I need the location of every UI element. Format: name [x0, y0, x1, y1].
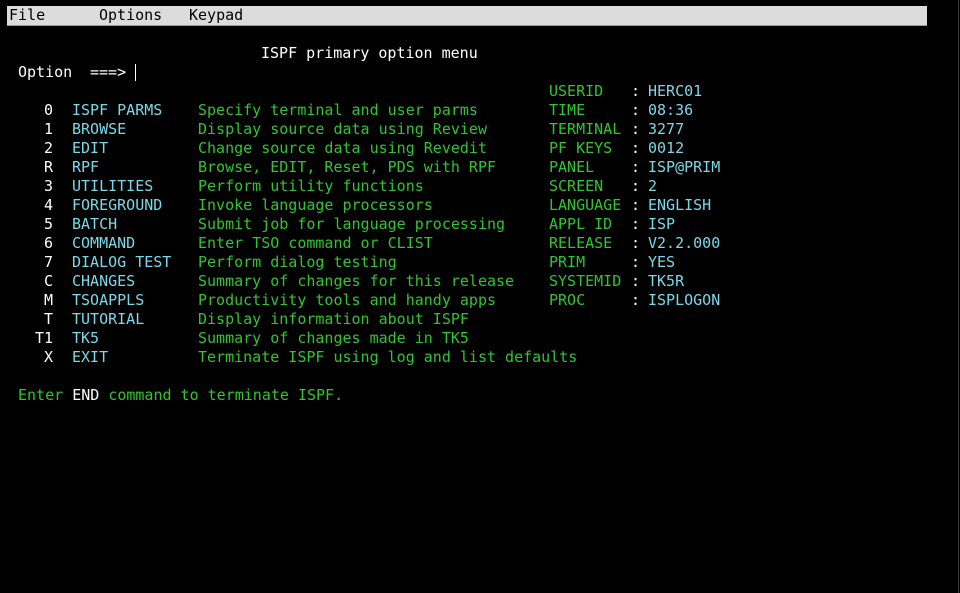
option-row[interactable]: T1 TK5 Summary of changes made in TK5 [0, 329, 960, 348]
info-separator: : [631, 234, 641, 252]
info-value: 3277 [648, 120, 685, 138]
info-label: USERID [549, 82, 604, 100]
option-label: Option [18, 63, 73, 81]
info-row: SYSTEMID: TK5R [0, 272, 960, 291]
info-label: APPL ID [549, 215, 613, 233]
info-row: PF KEYS:0012 [0, 139, 960, 158]
info-separator: : [631, 291, 641, 309]
info-label: PRIM [549, 253, 586, 271]
info-value: V2.2.000 [648, 234, 721, 252]
info-separator: : [631, 120, 641, 138]
info-separator: : [631, 82, 641, 100]
info-separator: : [631, 272, 641, 290]
info-label: LANGUAGE [549, 196, 622, 214]
info-row: RELEASE: V2.2.000 [0, 234, 960, 253]
option-key: T [44, 310, 54, 328]
option-name[interactable]: EXIT [72, 348, 108, 367]
window-edge [958, 0, 959, 593]
footer-prefix: Enter [18, 386, 64, 404]
info-label: SCREEN [549, 177, 604, 195]
option-input[interactable] [136, 63, 536, 82]
info-separator: : [631, 139, 641, 157]
footer-suffix: command to terminate ISPF. [108, 386, 344, 404]
info-row: LANGUAGE: ENGLISH [0, 196, 960, 215]
info-label: PANEL [549, 158, 595, 176]
info-label: SYSTEMID [549, 272, 622, 290]
info-row: USERID: HERC01 [0, 82, 960, 101]
info-separator: : [631, 101, 641, 119]
info-value: ISP@PRIM [648, 158, 721, 176]
menu-options[interactable]: Options [99, 6, 162, 25]
option-description: Summary of changes made in TK5 [198, 329, 469, 347]
info-separator: : [631, 177, 641, 195]
option-arrow: ===> [90, 63, 127, 81]
info-separator: : [631, 196, 641, 214]
option-key: X [44, 348, 54, 366]
info-row: PROC: ISPLOGON [0, 291, 960, 310]
info-row: TERMINAL:3277 [0, 120, 960, 139]
info-value: ISP [648, 215, 676, 233]
option-row[interactable]: X EXIT Terminate ISPF using log and list d… [0, 348, 960, 367]
option-key: T1 [35, 329, 54, 347]
menu-bar: File Options Keypad [7, 6, 927, 26]
info-value: 0012 [648, 139, 685, 157]
info-row: APPL ID: ISP [0, 215, 960, 234]
info-value: YES [648, 253, 676, 271]
info-separator: : [631, 158, 641, 176]
info-row: PANEL: ISP@PRIM [0, 158, 960, 177]
text-cursor [135, 64, 136, 81]
info-row: SCREEN:2 [0, 177, 960, 196]
info-label: TIME [549, 101, 586, 119]
option-name[interactable]: TK5 [72, 329, 99, 348]
info-row: PRIM: YES [0, 253, 960, 272]
panel-title: ISPF primary option menu [261, 44, 478, 62]
info-separator: : [631, 253, 641, 271]
info-value: ISPLOGON [648, 291, 721, 309]
info-label: PF KEYS [549, 139, 613, 157]
info-label: TERMINAL [549, 120, 622, 138]
footer-hint: Enter END command to terminate ISPF. [18, 386, 343, 405]
option-description: Display information about ISPF [198, 310, 469, 328]
menu-file[interactable]: File [9, 6, 45, 25]
footer-keyword: END [72, 386, 100, 404]
info-separator: : [631, 215, 641, 233]
info-value: 2 [648, 177, 658, 195]
menu-keypad[interactable]: Keypad [189, 6, 243, 25]
option-name[interactable]: TUTORIAL [72, 310, 144, 329]
option-row[interactable]: T TUTORIAL Display information about ISPF [0, 310, 960, 329]
info-value: HERC01 [648, 82, 703, 100]
info-label: PROC [549, 291, 586, 309]
info-value: TK5R [648, 272, 685, 290]
info-row: TIME:08:36 [0, 101, 960, 120]
info-value: ENGLISH [648, 196, 712, 214]
info-label: RELEASE [549, 234, 613, 252]
option-description: Terminate ISPF using log and list defaul… [198, 348, 578, 366]
info-value: 08:36 [648, 101, 694, 119]
